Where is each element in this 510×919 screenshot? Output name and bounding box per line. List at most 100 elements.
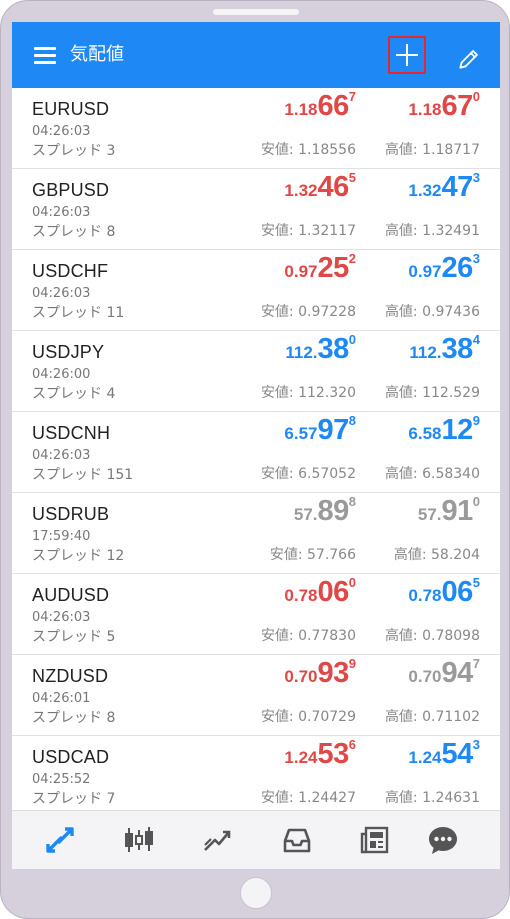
ask-price-pips: 91 [441, 495, 474, 527]
ask-price: 0.70947 [408, 656, 480, 690]
candlestick-icon[interactable] [122, 824, 156, 856]
ask-price-pips: 47 [441, 171, 474, 203]
quote-row[interactable]: USDJPY 04:26:00 スプレッド 4 112.380 112.384 … [12, 331, 500, 412]
bid-price-prefix: 0.78 [284, 586, 318, 605]
ask-price-fraction: 3 [472, 170, 480, 185]
bid-price-fraction: 7 [348, 89, 356, 104]
bid-price: 57.898 [293, 494, 356, 528]
ask-price-fraction: 0 [472, 494, 480, 509]
spread-label: スプレッド 5 [32, 629, 116, 645]
trade-chart-icon[interactable] [201, 824, 235, 856]
spread-label: スプレッド 7 [32, 791, 116, 807]
ask-price-prefix: 0.97 [408, 262, 442, 281]
bid-price-prefix: 0.70 [284, 667, 318, 686]
bid-price-prefix: 1.24 [284, 748, 318, 767]
bid-price-fraction: 8 [348, 494, 356, 509]
quote-row[interactable]: AUDUSD 04:26:03 スプレッド 5 0.78060 0.78065 … [12, 574, 500, 655]
high-price: 高値: 1.24631 [384, 790, 480, 806]
add-symbol-button[interactable] [388, 36, 426, 74]
bid-price-fraction: 8 [348, 413, 356, 428]
quote-list: EURUSD 04:26:03 スプレッド 3 1.18667 1.18670 … [12, 88, 500, 817]
bottom-tab-bar [12, 810, 500, 869]
bid-price-fraction: 6 [348, 737, 356, 752]
ask-price: 1.18670 [408, 89, 480, 123]
spread-label: スプレッド 11 [32, 305, 125, 321]
newspaper-icon[interactable] [358, 824, 392, 856]
low-price: 安値: 0.77830 [260, 628, 356, 644]
bid-price-fraction: 5 [348, 170, 356, 185]
quotes-arrows-icon[interactable] [43, 824, 77, 856]
ask-price: 0.97263 [408, 251, 480, 285]
ask-price-fraction: 7 [472, 656, 480, 671]
bid-price: 6.57978 [284, 413, 356, 447]
inbox-icon[interactable] [280, 824, 314, 856]
high-price: 高値: 1.18717 [384, 142, 480, 158]
ask-price-pips: 94 [441, 657, 474, 689]
bid-price: 112.380 [285, 332, 356, 366]
pencil-icon[interactable] [456, 46, 482, 72]
ask-price: 1.24543 [408, 737, 480, 771]
ask-price-pips: 12 [441, 414, 474, 446]
bid-price-pips: 25 [317, 252, 350, 284]
high-price: 高値: 6.58340 [384, 466, 480, 482]
ask-price-fraction: 3 [472, 737, 480, 752]
quote-row[interactable]: USDCNH 04:26:03 スプレッド 151 6.57978 6.5812… [12, 412, 500, 493]
quote-time: 04:25:52 [32, 772, 91, 787]
bid-price-prefix: 0.97 [284, 262, 318, 281]
app-bar: 気配値 [12, 22, 500, 88]
quote-time: 04:26:03 [32, 205, 91, 220]
symbol-name: USDCNH [32, 423, 111, 443]
ask-price: 0.78065 [408, 575, 480, 609]
hamburger-icon[interactable] [34, 44, 56, 66]
quote-row[interactable]: GBPUSD 04:26:03 スプレッド 8 1.32465 1.32473 … [12, 169, 500, 250]
spread-label: スプレッド 151 [32, 467, 134, 483]
bid-price-prefix: 112. [285, 343, 318, 362]
quote-row[interactable]: USDRUB 17:59:40 スプレッド 12 57.898 57.910 安… [12, 493, 500, 574]
bid-price-prefix: 57. [293, 505, 318, 524]
high-price: 高値: 0.78098 [384, 628, 480, 644]
symbol-name: EURUSD [32, 99, 110, 119]
bid-price-fraction: 0 [348, 575, 356, 590]
quote-time: 04:26:03 [32, 448, 91, 463]
spread-label: スプレッド 12 [32, 548, 125, 564]
bid-price: 1.24536 [284, 737, 356, 771]
symbol-name: USDRUB [32, 504, 110, 524]
symbol-name: USDJPY [32, 342, 105, 362]
quote-row[interactable]: USDCAD 04:25:52 スプレッド 7 1.24536 1.24543 … [12, 736, 500, 817]
ask-price-pips: 54 [441, 738, 474, 770]
spread-label: スプレッド 3 [32, 143, 116, 159]
ask-price-prefix: 1.18 [408, 100, 442, 119]
speaker-grille [213, 9, 299, 15]
ask-price-prefix: 1.24 [408, 748, 442, 767]
low-price: 安値: 0.70729 [260, 709, 356, 725]
chat-bubble-icon[interactable] [426, 824, 460, 856]
bid-price-fraction: 9 [348, 656, 356, 671]
ask-price-pips: 38 [441, 333, 474, 365]
quote-row[interactable]: EURUSD 04:26:03 スプレッド 3 1.18667 1.18670 … [12, 88, 500, 169]
bid-price-pips: 97 [317, 414, 350, 446]
low-price: 安値: 1.32117 [260, 223, 356, 239]
ask-price-prefix: 0.70 [408, 667, 442, 686]
quote-row[interactable]: NZDUSD 04:26:01 スプレッド 8 0.70939 0.70947 … [12, 655, 500, 736]
symbol-name: NZDUSD [32, 666, 109, 686]
ask-price: 57.910 [418, 494, 480, 528]
bid-price: 1.32465 [284, 170, 356, 204]
ask-price: 1.32473 [408, 170, 480, 204]
quote-row[interactable]: USDCHF 04:26:03 スプレッド 11 0.97252 0.97263… [12, 250, 500, 331]
app-screen: 気配値 EURUSD 04:26:03 スプレッド 3 1.18667 1.18… [12, 22, 500, 869]
bid-price-prefix: 6.57 [284, 424, 318, 443]
ask-price-fraction: 3 [472, 251, 480, 266]
ask-price: 6.58129 [408, 413, 480, 447]
home-button[interactable] [240, 877, 272, 909]
bid-price-pips: 38 [317, 333, 350, 365]
bid-price: 0.78060 [284, 575, 356, 609]
quote-time: 04:26:03 [32, 286, 91, 301]
bid-price-pips: 89 [317, 495, 350, 527]
high-price: 高値: 58.204 [393, 547, 480, 563]
bid-price-fraction: 2 [348, 251, 356, 266]
ask-price: 112.384 [409, 332, 480, 366]
quote-time: 04:26:01 [32, 691, 91, 706]
symbol-name: USDCAD [32, 747, 110, 767]
ask-price-prefix: 1.32 [408, 181, 442, 200]
page-title: 気配値 [70, 44, 124, 65]
